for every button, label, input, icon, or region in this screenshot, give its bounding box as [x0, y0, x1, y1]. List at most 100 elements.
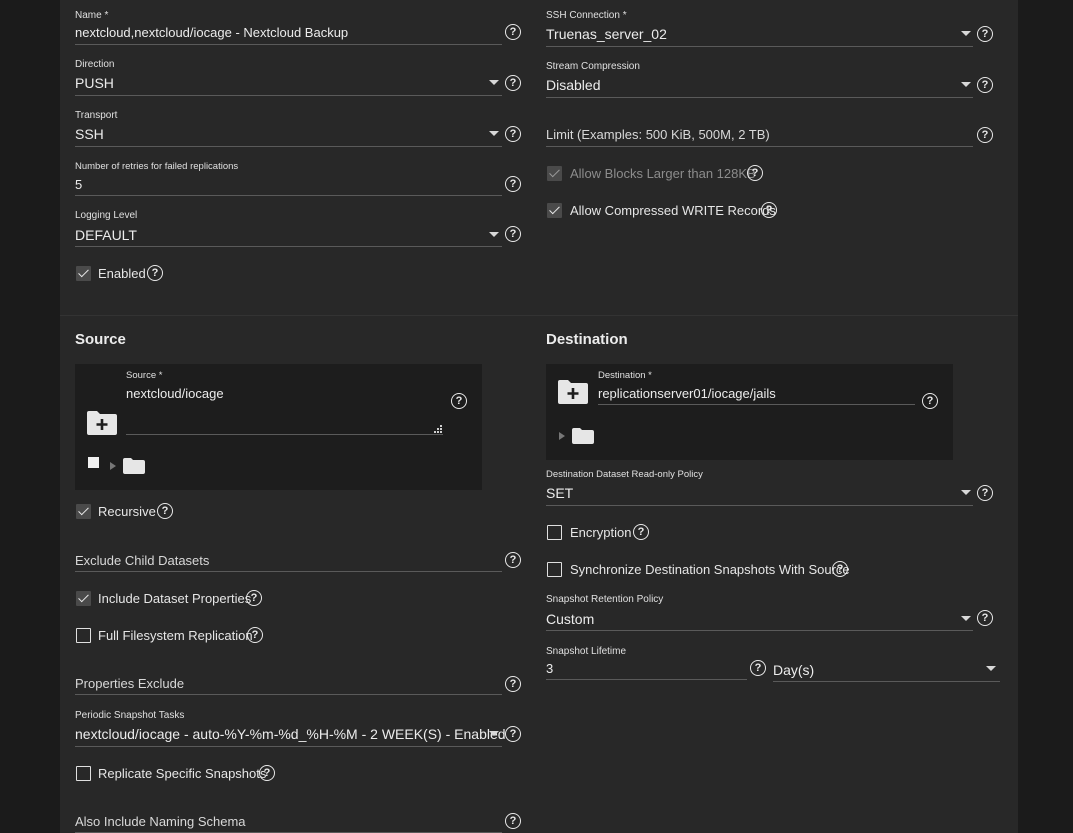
large-blocks-checkbox	[547, 166, 562, 181]
replicate-specific-label: Replicate Specific Snapshots	[98, 766, 267, 781]
include-props-label: Include Dataset Properties	[98, 591, 252, 606]
large-blocks-label: Allow Blocks Larger than 128KB	[570, 166, 756, 181]
props-exclude-input[interactable]: Properties Exclude	[75, 676, 184, 691]
periodic-help-icon[interactable]: ?	[505, 726, 521, 742]
readonly-policy-chevron-down-icon[interactable]	[961, 490, 971, 495]
logging-select[interactable]: DEFAULT	[75, 227, 137, 243]
exclude-child-underline	[75, 571, 502, 572]
expand-arrow-icon[interactable]	[110, 462, 116, 470]
full-fs-label: Full Filesystem Replication	[98, 628, 253, 643]
exclude-child-help-icon[interactable]: ?	[505, 552, 521, 568]
source-tree-checkbox[interactable]	[88, 457, 99, 468]
full-fs-help-icon[interactable]: ?	[247, 627, 263, 643]
transport-select[interactable]: SSH	[75, 126, 104, 142]
encryption-help-icon[interactable]: ?	[633, 524, 649, 540]
retention-underline	[546, 630, 973, 631]
resize-handle-icon[interactable]	[432, 422, 442, 433]
direction-select[interactable]: PUSH	[75, 75, 114, 91]
name-help-icon[interactable]: ?	[505, 24, 521, 40]
full-fs-checkbox[interactable]	[76, 628, 91, 643]
include-props-help-icon[interactable]: ?	[246, 590, 262, 606]
sync-snapshots-checkbox[interactable]	[547, 562, 562, 577]
lifetime-unit-select[interactable]: Day(s)	[773, 662, 814, 678]
ssh-chevron-down-icon[interactable]	[961, 31, 971, 36]
enabled-help-icon[interactable]: ?	[147, 265, 163, 281]
source-help-icon[interactable]: ?	[451, 393, 467, 409]
direction-underline	[75, 95, 502, 96]
naming-schema-help-icon[interactable]: ?	[505, 813, 521, 829]
compression-select[interactable]: Disabled	[546, 77, 600, 93]
transport-underline	[75, 146, 502, 147]
compression-underline	[546, 97, 973, 98]
destination-input[interactable]: replicationserver01/iocage/jails	[598, 386, 776, 401]
source-create-folder-icon[interactable]	[86, 410, 118, 441]
retention-help-icon[interactable]: ?	[977, 610, 993, 626]
source-section-title: Source	[75, 331, 126, 348]
source-input[interactable]: nextcloud/iocage	[126, 386, 224, 401]
ssh-connection-select[interactable]: Truenas_server_02	[546, 26, 667, 42]
recursive-checkbox[interactable]	[76, 504, 91, 519]
name-underline	[75, 44, 502, 45]
logging-label: Logging Level	[75, 210, 138, 221]
transport-chevron-down-icon[interactable]	[489, 131, 499, 136]
limit-input[interactable]: Limit (Examples: 500 KiB, 500M, 2 TB)	[546, 127, 770, 142]
ssh-connection-label: SSH Connection *	[546, 10, 627, 21]
lifetime-underline	[546, 679, 747, 680]
encryption-label: Encryption	[570, 525, 632, 540]
recursive-label: Recursive	[98, 504, 156, 519]
compressed-write-help-icon[interactable]: ?	[761, 202, 777, 218]
encryption-checkbox[interactable]	[547, 525, 562, 540]
source-field-label: Source *	[126, 370, 163, 381]
direction-help-icon[interactable]: ?	[505, 75, 521, 91]
include-props-checkbox[interactable]	[76, 591, 91, 606]
periodic-label: Periodic Snapshot Tasks	[75, 710, 185, 721]
retries-input[interactable]: 5	[75, 177, 82, 192]
enabled-label: Enabled	[98, 266, 146, 281]
periodic-select[interactable]: nextcloud/iocage - auto-%Y-%m-%d_%H-%M -…	[75, 726, 506, 742]
logging-help-icon[interactable]: ?	[505, 226, 521, 242]
compressed-write-checkbox[interactable]	[547, 203, 562, 218]
replicate-specific-help-icon[interactable]: ?	[259, 765, 275, 781]
recursive-help-icon[interactable]: ?	[157, 503, 173, 519]
readonly-policy-select[interactable]: SET	[546, 485, 573, 501]
ssh-help-icon[interactable]: ?	[977, 26, 993, 42]
destination-section-title: Destination	[546, 331, 628, 348]
naming-schema-input[interactable]: Also Include Naming Schema	[75, 814, 246, 829]
replicate-specific-checkbox[interactable]	[76, 766, 91, 781]
ssh-underline	[546, 46, 973, 47]
logging-chevron-down-icon[interactable]	[489, 232, 499, 237]
destination-expand-arrow-icon[interactable]	[559, 432, 565, 440]
direction-chevron-down-icon[interactable]	[489, 80, 499, 85]
retention-select[interactable]: Custom	[546, 611, 594, 627]
name-input[interactable]: nextcloud,nextcloud/iocage - Nextcloud B…	[75, 25, 348, 40]
periodic-chevron-down-icon[interactable]	[489, 731, 499, 736]
transport-label: Transport	[75, 110, 118, 121]
compression-chevron-down-icon[interactable]	[961, 82, 971, 87]
limit-help-icon[interactable]: ?	[977, 127, 993, 143]
transport-help-icon[interactable]: ?	[505, 126, 521, 142]
direction-label: Direction	[75, 59, 115, 70]
destination-folder-icon	[572, 428, 594, 449]
large-blocks-help-icon[interactable]: ?	[747, 165, 763, 181]
name-label: Name *	[75, 10, 109, 21]
enabled-checkbox[interactable]	[76, 266, 91, 281]
compression-help-icon[interactable]: ?	[977, 77, 993, 93]
destination-field-label: Destination *	[598, 370, 652, 381]
section-divider	[60, 315, 1018, 316]
logging-underline	[75, 246, 502, 247]
retention-chevron-down-icon[interactable]	[961, 616, 971, 621]
readonly-policy-help-icon[interactable]: ?	[977, 485, 993, 501]
destination-create-folder-icon[interactable]	[557, 379, 589, 410]
destination-help-icon[interactable]: ?	[922, 393, 938, 409]
lifetime-input[interactable]: 3	[546, 661, 553, 676]
props-exclude-underline	[75, 694, 502, 695]
lifetime-help-icon[interactable]: ?	[750, 660, 766, 676]
sync-snapshots-help-icon[interactable]: ?	[832, 561, 848, 577]
exclude-child-input[interactable]: Exclude Child Datasets	[75, 553, 209, 568]
readonly-policy-underline	[546, 505, 973, 506]
source-folder-icon	[123, 458, 145, 479]
retries-help-icon[interactable]: ?	[505, 176, 521, 192]
lifetime-label: Snapshot Lifetime	[546, 646, 627, 657]
lifetime-unit-chevron-down-icon[interactable]	[986, 666, 996, 671]
props-exclude-help-icon[interactable]: ?	[505, 676, 521, 692]
